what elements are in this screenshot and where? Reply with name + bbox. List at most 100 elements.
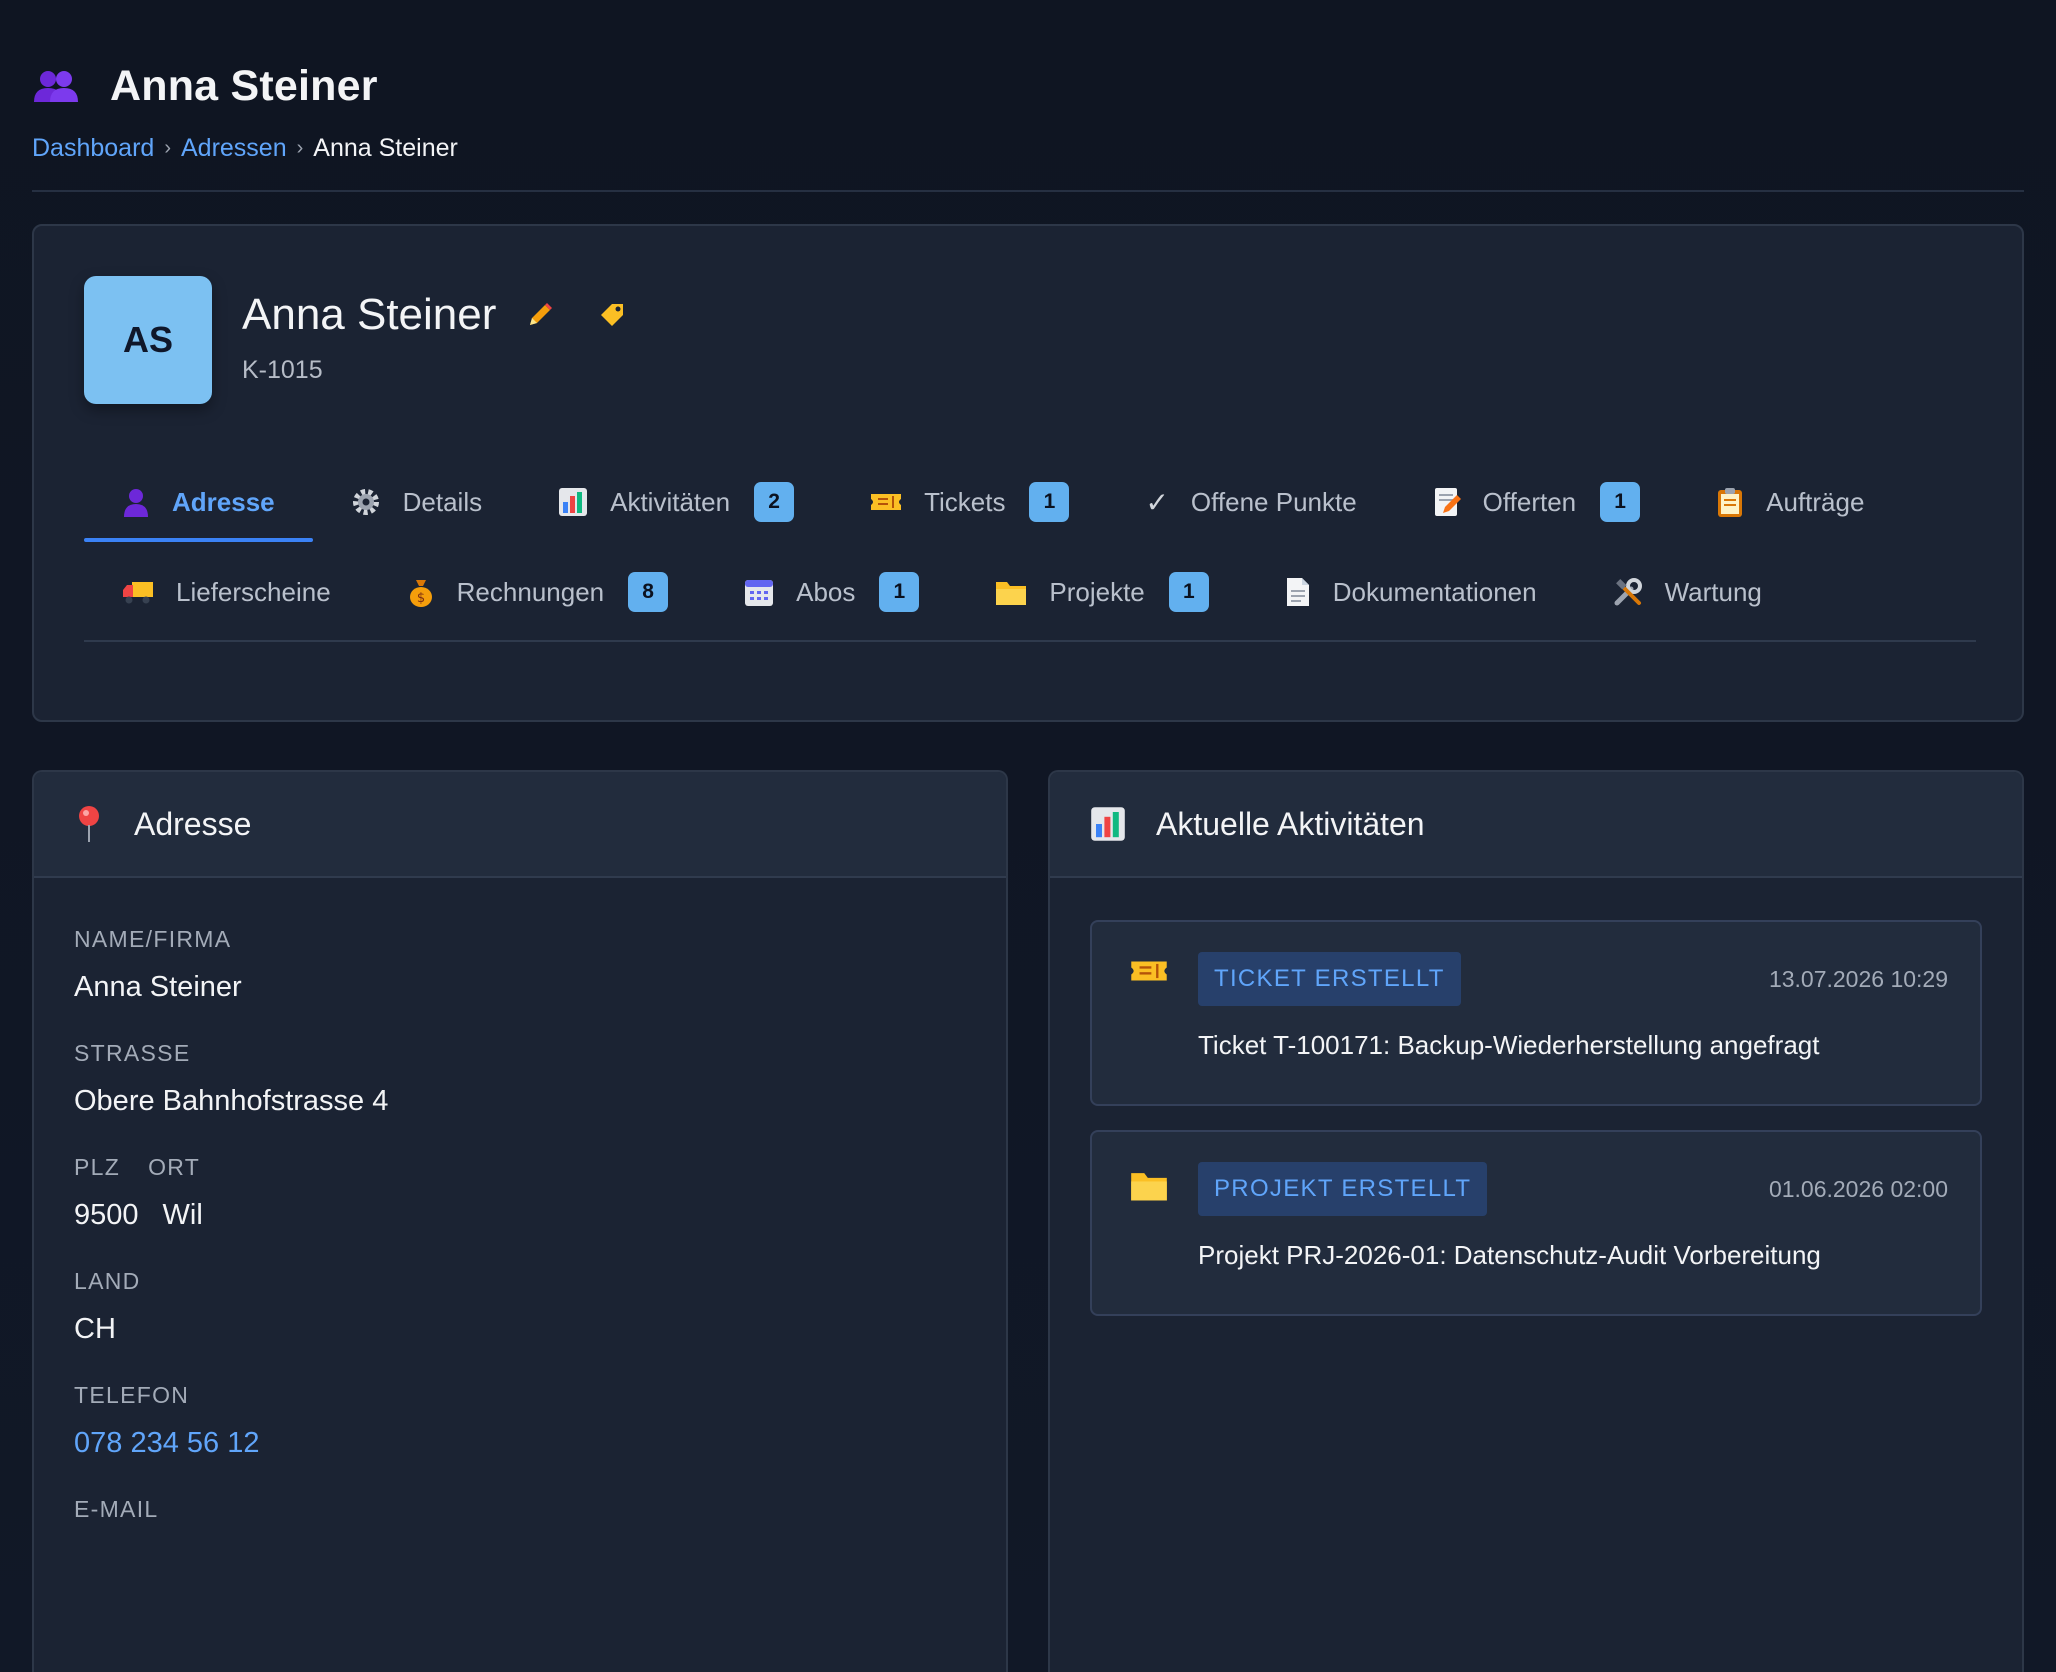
tab-label: Aktivitäten	[610, 486, 731, 517]
tab-label: Lieferscheine	[176, 576, 331, 607]
count-badge: 1	[1168, 572, 1209, 612]
ticket-icon	[870, 491, 902, 513]
address-panel-title: Adresse	[134, 805, 252, 842]
tab-lieferscheine[interactable]: Lieferscheine	[84, 560, 369, 624]
plz-value: 9500	[74, 1199, 139, 1231]
plz-ort-values: 9500 Wil	[74, 1199, 966, 1232]
tools-icon	[1613, 577, 1643, 607]
activity-panel-header: Aktuelle Aktivitäten	[1050, 772, 2022, 878]
tab-details[interactable]: Details	[313, 470, 520, 534]
tab-auftraege[interactable]: Aufträge	[1678, 470, 1902, 534]
tab-label: Wartung	[1664, 576, 1762, 607]
address-fields: NAME/FIRMA Anna Steiner STRASSE Obere Ba…	[34, 878, 1006, 1523]
tab-offene-punkte[interactable]: ✓ Offene Punkte	[1107, 470, 1394, 534]
tab-offerten[interactable]: Offerten 1	[1395, 470, 1678, 534]
person-icon	[122, 487, 150, 517]
memo-icon	[1433, 487, 1461, 517]
street-value: Obere Bahnhofstrasse 4	[74, 1085, 389, 1117]
tab-label: Offerten	[1482, 486, 1577, 517]
tab-label: Projekte	[1049, 576, 1145, 607]
profile-name: Anna Steiner	[242, 290, 497, 339]
page: Anna Steiner Dashboard › Adressen › Anna…	[0, 0, 2056, 1672]
tab-projekte[interactable]: Projekte 1	[957, 560, 1246, 624]
activity-type-badge: TICKET ERSTELLT	[1198, 952, 1461, 1006]
clipboard-icon	[1716, 487, 1744, 517]
tab-label: Offene Punkte	[1190, 486, 1357, 517]
plz-ort-labels: PLZ ORT	[74, 1154, 966, 1181]
breadcrumb: Dashboard › Adressen › Anna Steiner	[32, 134, 2024, 163]
tab-label: Dokumentationen	[1332, 576, 1537, 607]
address-panel: Adresse NAME/FIRMA Anna Steiner STRASSE …	[32, 770, 1008, 1672]
activity-text: Ticket T-100171: Backup-Wiederherstellun…	[1198, 1030, 1820, 1060]
breadcrumb-separator: ›	[296, 137, 304, 159]
page-title: Anna Steiner	[110, 61, 378, 110]
calendar-icon	[744, 577, 774, 607]
street-label: STRASSE	[74, 1040, 191, 1066]
tabs-row-1: Adresse Details Aktivitäten 2 Tickets 1 …	[84, 470, 1902, 542]
page-header: Anna Steiner Dashboard › Adressen › Anna…	[32, 56, 2024, 163]
folder-icon	[995, 578, 1027, 606]
count-badge: 1	[879, 572, 920, 612]
activity-text: Projekt PRJ-2026-01: Datenschutz-Audit V…	[1198, 1240, 1821, 1270]
plz-label: PLZ	[74, 1154, 121, 1180]
chart-icon	[1090, 806, 1126, 842]
breadcrumb-current: Anna Steiner	[313, 134, 458, 162]
activity-date: 13.07.2026 10:29	[1768, 966, 1948, 992]
phone-link[interactable]: 078 234 56 12	[74, 1427, 966, 1460]
country-label: LAND	[74, 1268, 141, 1294]
tab-aktivitaeten[interactable]: Aktivitäten 2	[520, 470, 832, 534]
profile-card: AS Anna Steiner K-1015 Adresse Details A…	[32, 224, 2024, 722]
phone-label: TELEFON	[74, 1382, 190, 1408]
activity-item[interactable]: TICKET ERSTELLT 13.07.2026 10:29 Ticket …	[1090, 920, 1982, 1106]
breadcrumb-separator: ›	[164, 137, 171, 159]
truck-icon	[122, 579, 154, 605]
gear-icon	[351, 487, 381, 517]
svg-text:$: $	[417, 591, 425, 606]
folder-icon	[1130, 1168, 1170, 1208]
activity-date: 01.06.2026 02:00	[1768, 1176, 1948, 1202]
activity-panel-title: Aktuelle Aktivitäten	[1156, 805, 1425, 842]
tab-abos[interactable]: Abos 1	[706, 560, 957, 624]
breadcrumb-adressen[interactable]: Adressen	[181, 134, 287, 163]
count-badge: 1	[1600, 482, 1641, 522]
tab-rechnungen[interactable]: $ Rechnungen 8	[369, 560, 706, 624]
name-label: NAME/FIRMA	[74, 926, 232, 952]
tab-label: Tickets	[924, 486, 1006, 517]
name-value: Anna Steiner	[74, 971, 242, 1003]
country-value: CH	[74, 1313, 116, 1345]
money-bag-icon: $	[407, 577, 435, 607]
tabs-divider	[84, 640, 1976, 642]
pin-icon	[74, 805, 104, 843]
tab-label: Details	[402, 486, 483, 517]
ticket-icon	[1130, 958, 1170, 998]
activity-item[interactable]: PROJEKT ERSTELLT 01.06.2026 02:00 Projek…	[1090, 1130, 1982, 1316]
tab-label: Aufträge	[1766, 486, 1865, 517]
tab-label: Adresse	[172, 486, 275, 517]
count-badge: 8	[628, 572, 669, 612]
check-icon: ✓	[1145, 486, 1169, 518]
users-icon	[32, 66, 80, 106]
address-panel-header: Adresse	[34, 772, 1006, 878]
tab-tickets[interactable]: Tickets 1	[832, 470, 1107, 534]
tab-adresse[interactable]: Adresse	[84, 470, 313, 542]
header-divider	[32, 190, 2024, 192]
count-badge: 2	[754, 482, 795, 522]
activity-panel: Aktuelle Aktivitäten TICKET ERSTELLT 13.…	[1048, 770, 2024, 1672]
document-icon	[1285, 577, 1311, 607]
tab-wartung[interactable]: Wartung	[1575, 560, 1800, 624]
ort-value: Wil	[162, 1199, 203, 1231]
tag-icon[interactable]	[598, 301, 626, 329]
tab-label: Abos	[796, 576, 856, 607]
count-badge: 1	[1029, 482, 1070, 522]
tabs-row-2: Lieferscheine $ Rechnungen 8 Abos 1 Proj…	[84, 560, 1800, 624]
breadcrumb-dashboard[interactable]: Dashboard	[32, 134, 154, 163]
activity-type-badge: PROJEKT ERSTELLT	[1198, 1162, 1488, 1216]
chart-icon	[558, 487, 588, 517]
tab-dokumentationen[interactable]: Dokumentationen	[1247, 560, 1575, 624]
pencil-icon[interactable]	[526, 301, 554, 329]
email-label: E-MAIL	[74, 1496, 159, 1522]
customer-number: K-1015	[242, 356, 323, 384]
tab-label: Rechnungen	[456, 576, 605, 607]
avatar: AS	[84, 276, 212, 404]
ort-label: ORT	[148, 1154, 201, 1180]
